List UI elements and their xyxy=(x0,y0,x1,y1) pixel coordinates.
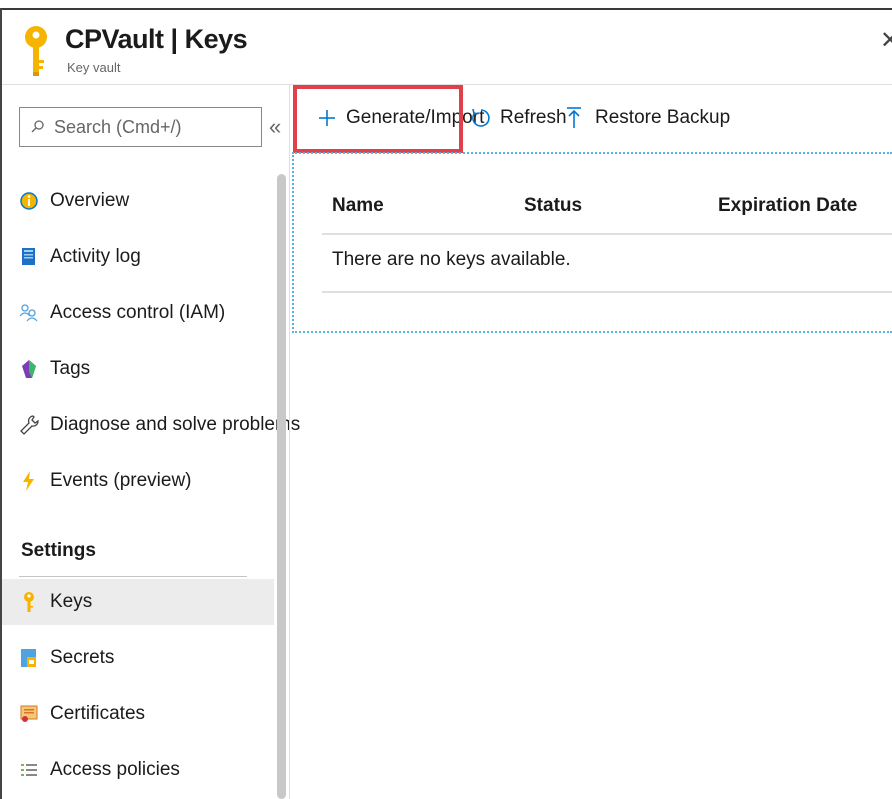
activity-log-icon xyxy=(22,248,35,265)
column-header-status[interactable]: Status xyxy=(524,195,582,217)
restore-backup-label: Restore Backup xyxy=(595,107,731,128)
section-settings-label: Settings xyxy=(21,540,96,561)
sidebar-border xyxy=(289,85,290,799)
search-icon xyxy=(31,120,44,133)
sidebar-item-certificates[interactable]: Certificates xyxy=(2,691,274,737)
sidebar-item-label: Overview xyxy=(50,190,130,211)
blade-header: CPVault | Keys Key vault ✕ xyxy=(2,10,892,84)
sidebar-scrollbar[interactable] xyxy=(277,174,286,799)
refresh-label: Refresh xyxy=(500,107,567,128)
keys-panel: Name Status Expiration Date There are no… xyxy=(292,152,892,333)
access-policies-icon xyxy=(21,764,37,776)
generate-import-label: Generate/Import xyxy=(346,107,485,128)
section-divider xyxy=(19,576,247,577)
lightning-icon xyxy=(23,471,34,491)
key-icon xyxy=(24,592,34,612)
secret-icon xyxy=(21,649,36,667)
sidebar-item-label: Activity log xyxy=(50,246,141,267)
refresh-icon xyxy=(472,108,490,127)
upload-icon xyxy=(567,107,581,128)
plus-icon xyxy=(319,110,335,126)
sidebar-item-access-control[interactable]: Access control (IAM) xyxy=(2,290,274,336)
close-icon[interactable]: ✕ xyxy=(880,26,892,55)
tag-icon xyxy=(22,360,36,378)
sidebar: « Overview Activity log Access control (… xyxy=(2,85,300,799)
empty-state-message: There are no keys available. xyxy=(332,249,571,270)
sidebar-item-diagnose[interactable]: Diagnose and solve problems xyxy=(2,402,300,448)
generate-import-button[interactable]: Generate/Import xyxy=(318,85,484,151)
page-title: CPVault | Keys xyxy=(65,24,248,54)
sidebar-item-access-policies[interactable]: Access policies xyxy=(2,747,274,793)
sidebar-item-label: Diagnose and solve problems xyxy=(50,414,301,435)
column-header-name[interactable]: Name xyxy=(332,195,384,217)
command-bar: Generate/Import Refresh Restore Backup xyxy=(290,85,892,153)
overview-icon xyxy=(20,192,38,210)
refresh-button[interactable]: Refresh xyxy=(470,85,567,151)
sidebar-item-activity-log[interactable]: Activity log xyxy=(2,234,274,280)
restore-backup-button[interactable]: Restore Backup xyxy=(565,85,730,151)
sidebar-item-label: Access control (IAM) xyxy=(50,302,226,323)
sidebar-item-label: Keys xyxy=(50,591,93,612)
empty-state-row: There are no keys available. xyxy=(322,235,892,293)
grid-header: Name Status Expiration Date xyxy=(322,183,892,235)
sidebar-item-label: Secrets xyxy=(50,647,115,668)
sidebar-item-label: Access policies xyxy=(50,759,180,780)
sidebar-item-overview[interactable]: Overview xyxy=(2,178,274,224)
collapse-sidebar-icon[interactable]: « xyxy=(269,116,281,138)
search-input[interactable] xyxy=(54,116,254,138)
keys-grid: Name Status Expiration Date There are no… xyxy=(322,183,892,293)
sidebar-item-events[interactable]: Events (preview) xyxy=(2,458,274,504)
page-subtitle: Key vault xyxy=(67,60,121,75)
certificate-icon xyxy=(20,705,38,722)
sidebar-item-keys[interactable]: Keys xyxy=(2,579,274,625)
sidebar-item-secrets[interactable]: Secrets xyxy=(2,635,274,681)
sidebar-item-label: Certificates xyxy=(50,703,146,724)
wrench-icon xyxy=(20,415,39,435)
column-header-expiration-date[interactable]: Expiration Date xyxy=(718,195,857,217)
iam-icon xyxy=(19,304,38,322)
sidebar-item-label: Tags xyxy=(50,358,91,379)
search-box[interactable] xyxy=(19,107,262,147)
key-vault-icon xyxy=(25,26,47,76)
sidebar-item-tags[interactable]: Tags xyxy=(2,346,274,392)
sidebar-item-label: Events (preview) xyxy=(50,470,192,491)
